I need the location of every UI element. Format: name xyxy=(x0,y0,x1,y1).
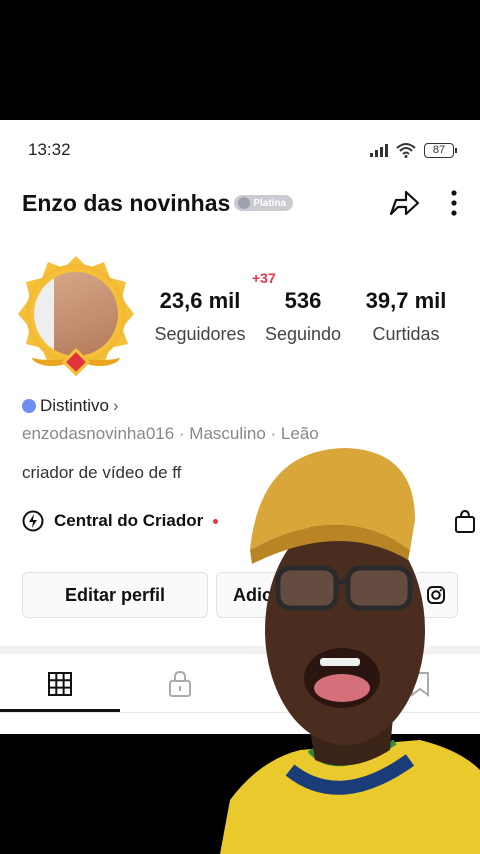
vertical-dots-icon[interactable] xyxy=(450,189,458,217)
creator-center-label: Central do Criador xyxy=(54,511,204,530)
tier-icon xyxy=(238,197,251,209)
following-label: Seguindo xyxy=(264,324,342,344)
likes-label: Curtidas xyxy=(372,324,440,344)
tab-videos[interactable] xyxy=(0,656,120,712)
notification-dot xyxy=(213,518,219,524)
profile-bio: criador de vídeo de ff xyxy=(22,463,182,482)
tier-badge[interactable]: Platina xyxy=(234,195,294,211)
creator-center-link[interactable]: Central do Criador xyxy=(22,510,219,532)
followers-label: Seguidores xyxy=(154,324,246,344)
grid-icon xyxy=(48,672,72,696)
followers-count: 23,6 mil xyxy=(159,288,241,313)
status-bar: 13:32 87 xyxy=(28,138,457,162)
avatar-photo xyxy=(34,272,118,356)
badge-icon xyxy=(22,399,36,413)
edit-profile-label: Editar perfil xyxy=(64,584,166,605)
battery-level: 87 xyxy=(432,144,446,156)
stat-likes[interactable]: 39,7 mil Curtidas xyxy=(356,288,456,345)
edit-profile-button[interactable]: Editar perfil xyxy=(22,572,208,618)
battery-icon: 87 xyxy=(424,142,457,158)
badge-label: Distintivo xyxy=(40,396,109,415)
signal-icon xyxy=(370,143,388,157)
share-arrow-icon[interactable] xyxy=(388,188,420,218)
username: Enzo das novinhas xyxy=(22,189,231,216)
badge-link[interactable]: Distintivo › xyxy=(22,396,119,416)
person-overlay xyxy=(220,448,480,854)
stat-following[interactable]: 536 Seguindo xyxy=(258,288,348,345)
new-followers-badge: +37 xyxy=(252,270,276,286)
likes-count: 39,7 mil xyxy=(365,288,447,313)
status-time: 13:32 xyxy=(28,140,71,159)
wifi-icon xyxy=(396,143,416,158)
chevron-right-icon: › xyxy=(112,396,119,415)
stat-followers[interactable]: 23,6 mil Seguidores xyxy=(150,288,250,345)
lightning-icon xyxy=(22,510,44,532)
tier-label: Platina xyxy=(253,197,287,209)
avatar[interactable] xyxy=(18,256,134,377)
status-icons: 87 xyxy=(370,142,457,158)
lock-icon xyxy=(169,670,191,697)
following-count: 536 xyxy=(284,288,322,313)
profile-header: Enzo das novinhas Platina xyxy=(22,184,458,222)
